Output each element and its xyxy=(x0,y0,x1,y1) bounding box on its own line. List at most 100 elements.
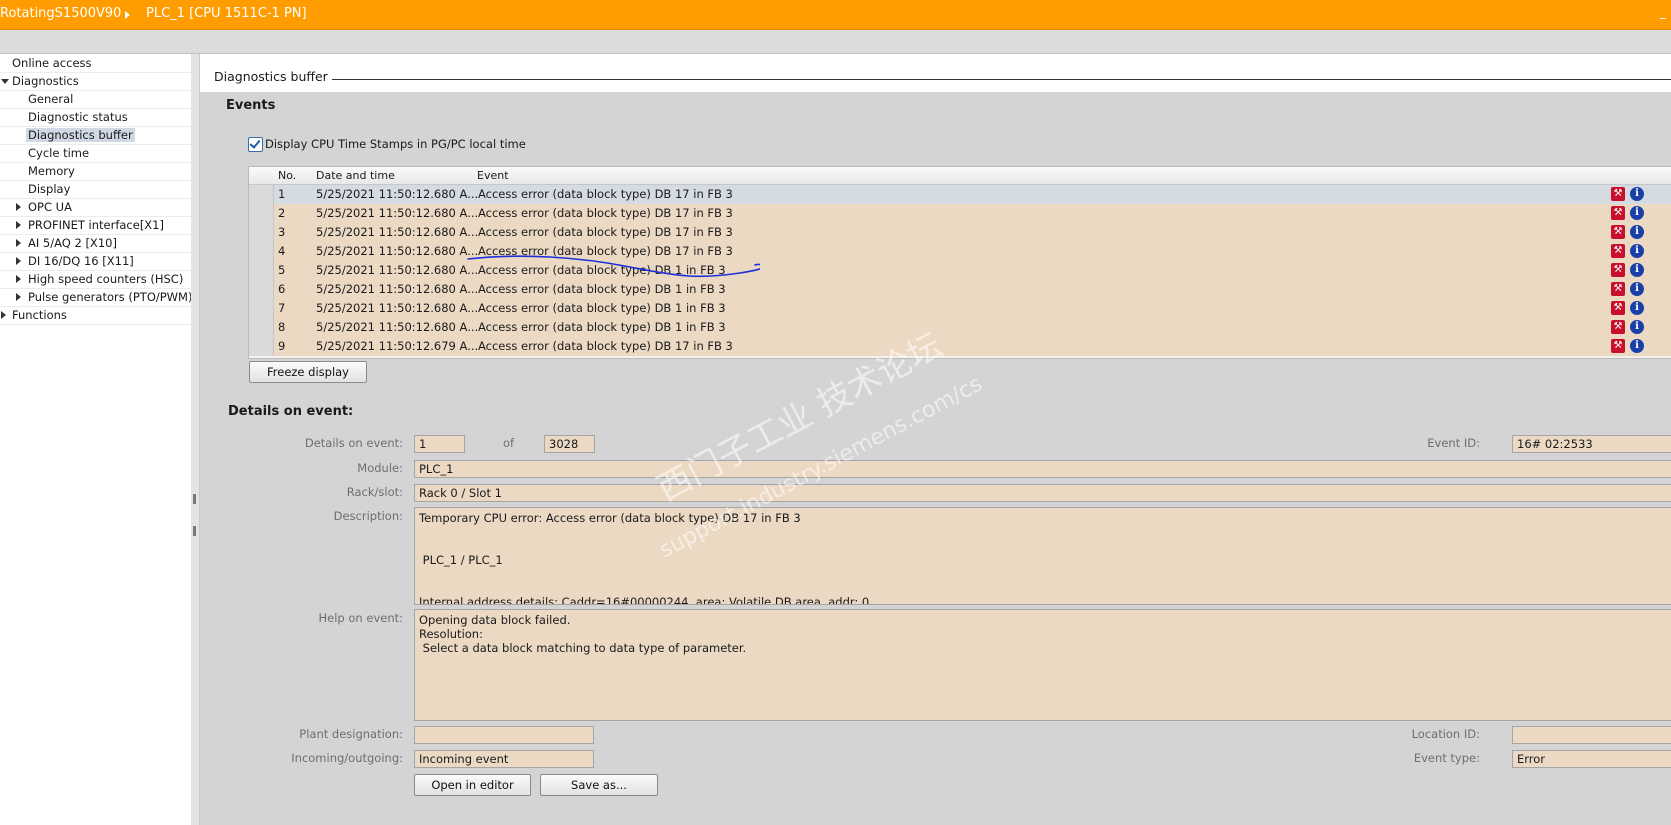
info-icon[interactable]: i xyxy=(1630,282,1644,296)
save-as-button[interactable]: Save as... xyxy=(540,774,658,796)
event-count-field: 3028 xyxy=(544,435,595,453)
open-in-editor-button[interactable]: Open in editor xyxy=(414,774,531,796)
row-event: Access error (data block type) DB 17 in … xyxy=(478,339,733,353)
row-gutter xyxy=(249,318,274,337)
wrench-icon: ⚒ xyxy=(1611,263,1625,277)
sidebar-item-memory[interactable]: Memory xyxy=(28,162,75,180)
rack-slot-label: Rack/slot: xyxy=(346,485,403,499)
project-name[interactable]: RotatingS1500V90 xyxy=(0,6,121,21)
expand-right-icon[interactable] xyxy=(16,257,21,265)
sidebar-item-label: Memory xyxy=(28,164,75,178)
of-label: of xyxy=(503,436,515,450)
table-row[interactable]: 1 5/25/2021 11:50:12.680 A... Access err… xyxy=(249,185,1671,205)
module-field[interactable]: PLC_1 xyxy=(414,460,1671,478)
sidebar-item-opc-ua[interactable]: OPC UA xyxy=(28,198,72,216)
info-icon[interactable]: i xyxy=(1630,206,1644,220)
splitter-grip-icon[interactable] xyxy=(193,526,196,536)
device-name[interactable]: PLC_1 [CPU 1511C-1 PN] xyxy=(146,6,307,21)
sidebar-item-label: Online access xyxy=(12,56,92,70)
table-row[interactable]: 3 5/25/2021 11:50:12.680 A... Access err… xyxy=(249,223,1671,243)
sidebar-item-cycle-time[interactable]: Cycle time xyxy=(28,144,89,162)
column-header-datetime[interactable]: Date and time xyxy=(316,167,395,184)
details-event-number-field[interactable]: 1 xyxy=(414,435,465,453)
incoming-outgoing-field[interactable]: Incoming event xyxy=(414,750,594,768)
info-icon[interactable]: i xyxy=(1630,225,1644,239)
wrench-icon: ⚒ xyxy=(1611,225,1625,239)
divider xyxy=(0,324,191,325)
sidebar-item-label: Diagnostics buffer xyxy=(26,128,135,142)
row-datetime: 5/25/2021 11:50:12.680 A... xyxy=(316,282,479,296)
rack-slot-field[interactable]: Rack 0 / Slot 1 xyxy=(414,484,1671,502)
info-icon[interactable]: i xyxy=(1630,320,1644,334)
minimize-icon[interactable]: _ xyxy=(1660,5,1666,19)
sidebar-item-diagnostics-buffer[interactable]: Diagnostics buffer xyxy=(26,126,135,144)
sidebar-item-pto-pwm[interactable]: Pulse generators (PTO/PWM) xyxy=(28,288,192,306)
sidebar: Online access Diagnostics General Diagno… xyxy=(0,54,192,825)
sidebar-item-label: AI 5/AQ 2 [X10] xyxy=(28,236,117,250)
expand-right-icon[interactable] xyxy=(16,275,21,283)
expand-right-icon[interactable] xyxy=(16,221,21,229)
row-datetime: 5/25/2021 11:50:12.680 A... xyxy=(316,263,479,277)
table-row[interactable]: 7 5/25/2021 11:50:12.680 A... Access err… xyxy=(249,299,1671,319)
sidebar-item-label: General xyxy=(28,92,74,106)
expand-right-icon[interactable] xyxy=(16,239,21,247)
event-type-field[interactable]: Error xyxy=(1512,750,1671,768)
row-gutter xyxy=(249,280,274,299)
sidebar-item-hsc[interactable]: High speed counters (HSC) xyxy=(28,270,183,288)
sidebar-item-online-access[interactable]: Online access xyxy=(12,54,92,72)
table-row[interactable]: 2 5/25/2021 11:50:12.680 A... Access err… xyxy=(249,204,1671,224)
sidebar-item-label: OPC UA xyxy=(28,200,72,214)
row-gutter xyxy=(249,337,274,356)
info-icon[interactable]: i xyxy=(1630,301,1644,315)
plant-designation-field[interactable] xyxy=(414,726,594,744)
row-event: Access error (data block type) DB 1 in F… xyxy=(478,320,726,334)
row-number: 9 xyxy=(278,339,286,353)
sidebar-item-diagnostic-status[interactable]: Diagnostic status xyxy=(28,108,128,126)
info-icon[interactable]: i xyxy=(1630,263,1644,277)
page-title: Diagnostics buffer xyxy=(214,69,328,84)
toolbar xyxy=(0,30,1671,54)
splitter-grip-icon[interactable] xyxy=(193,494,196,504)
wrench-icon: ⚒ xyxy=(1611,320,1625,334)
sidebar-item-profinet[interactable]: PROFINET interface[X1] xyxy=(28,216,164,234)
help-field[interactable]: Opening data block failed. Resolution: S… xyxy=(414,609,1671,721)
sidebar-item-general[interactable]: General xyxy=(28,90,73,108)
sidebar-item-di-dq[interactable]: DI 16/DQ 16 [X11] xyxy=(28,252,134,270)
row-event: Access error (data block type) DB 17 in … xyxy=(478,225,733,239)
wrench-icon: ⚒ xyxy=(1611,282,1625,296)
description-field[interactable]: Temporary CPU error: Access error (data … xyxy=(414,507,1671,605)
info-icon[interactable]: i xyxy=(1630,187,1644,201)
sidebar-item-label: High speed counters (HSC) xyxy=(28,272,184,286)
wrench-icon: ⚒ xyxy=(1611,244,1625,258)
column-header-no[interactable]: No. xyxy=(278,167,296,184)
freeze-display-button[interactable]: Freeze display xyxy=(249,361,367,383)
row-number: 6 xyxy=(278,282,286,296)
row-number: 3 xyxy=(278,225,286,239)
sidebar-item-label: PROFINET interface[X1] xyxy=(28,218,164,232)
column-header-event[interactable]: Event xyxy=(477,167,509,184)
table-row[interactable]: 9 5/25/2021 11:50:12.679 A... Access err… xyxy=(249,337,1671,357)
event-id-field[interactable]: 16# 02:2533 xyxy=(1512,435,1671,453)
incoming-outgoing-label: Incoming/outgoing: xyxy=(291,751,403,765)
sidebar-item-display[interactable]: Display xyxy=(28,180,70,198)
local-time-checkbox-label: Display CPU Time Stamps in PG/PC local t… xyxy=(265,137,526,151)
event-type-label: Event type: xyxy=(1413,751,1480,765)
sidebar-item-ai-aq[interactable]: AI 5/AQ 2 [X10] xyxy=(28,234,117,252)
location-id-field[interactable] xyxy=(1512,726,1671,744)
expand-right-icon[interactable] xyxy=(16,203,21,211)
panel-splitter[interactable] xyxy=(191,54,200,825)
info-icon[interactable]: i xyxy=(1630,339,1644,353)
module-label: Module: xyxy=(357,461,403,475)
expand-down-icon[interactable] xyxy=(1,79,9,84)
local-time-checkbox[interactable] xyxy=(248,137,263,152)
table-row[interactable]: 8 5/25/2021 11:50:12.680 A... Access err… xyxy=(249,318,1671,338)
row-gutter xyxy=(249,261,274,280)
expand-right-icon[interactable] xyxy=(1,311,6,319)
sidebar-item-label: Diagnostic status xyxy=(28,110,128,124)
info-icon[interactable]: i xyxy=(1630,244,1644,258)
row-datetime: 5/25/2021 11:50:12.680 A... xyxy=(316,244,479,258)
sidebar-item-functions[interactable]: Functions xyxy=(12,306,67,324)
sidebar-item-diagnostics[interactable]: Diagnostics xyxy=(12,72,79,90)
help-label: Help on event: xyxy=(318,611,403,625)
expand-right-icon[interactable] xyxy=(16,293,21,301)
